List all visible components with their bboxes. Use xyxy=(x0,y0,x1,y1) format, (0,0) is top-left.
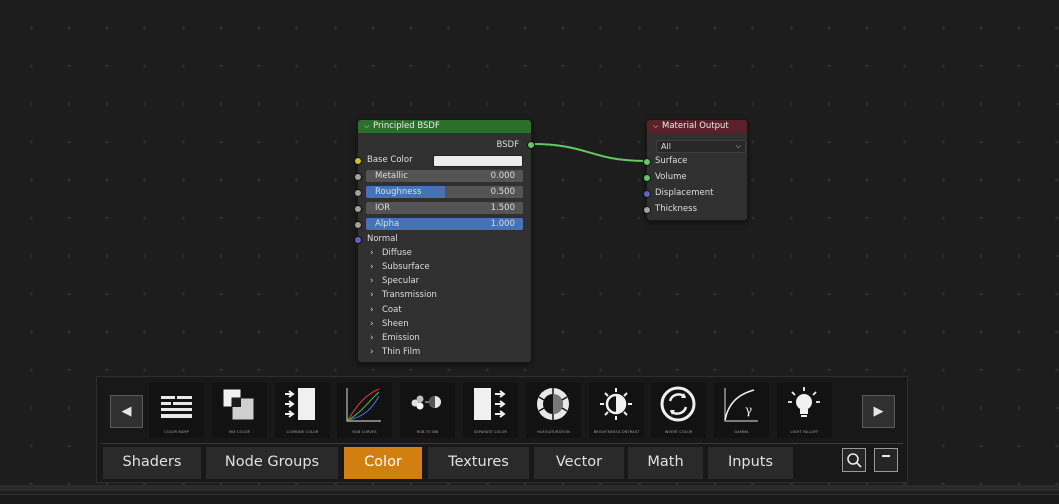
minimize-icon xyxy=(882,455,890,457)
ior-field[interactable]: IOR 1.500 xyxy=(366,202,523,214)
expand-chevron-icon: › xyxy=(370,319,374,329)
panel-subsurface[interactable]: › Subsurface xyxy=(370,260,430,274)
expand-chevron-icon: › xyxy=(370,305,374,315)
volume-socket[interactable] xyxy=(643,174,651,182)
collapse-panel-button[interactable] xyxy=(874,448,898,472)
base-color-socket[interactable] xyxy=(354,157,362,165)
alpha-socket[interactable] xyxy=(354,221,362,229)
alpha-value: 1.000 xyxy=(490,219,515,229)
alpha-field[interactable]: Alpha 1.000 xyxy=(366,218,523,230)
arrow-left-icon: ◀ xyxy=(121,404,132,419)
target-value: All xyxy=(661,142,671,151)
collapse-chevron-icon[interactable]: ⌵ xyxy=(364,120,373,133)
surface-label: Surface xyxy=(655,156,688,166)
roughness-value: 0.500 xyxy=(490,187,515,197)
target-dropdown[interactable]: All ⌵ xyxy=(656,140,746,153)
ior-socket[interactable] xyxy=(354,205,362,213)
base-color-swatch[interactable] xyxy=(433,155,523,167)
tab-textures[interactable]: Textures xyxy=(428,447,529,479)
panel-transmission[interactable]: › Transmission xyxy=(370,288,437,302)
roughness-socket[interactable] xyxy=(354,189,362,197)
surface-socket[interactable] xyxy=(643,158,651,166)
panel-specular[interactable]: › Specular xyxy=(370,274,419,288)
brightness-contrast-tile[interactable]: Brightness/Contrast xyxy=(589,383,644,438)
panel-diffuse[interactable]: › Diffuse xyxy=(370,246,412,260)
expand-chevron-icon: › xyxy=(370,290,374,300)
base-color-label: Base Color xyxy=(367,155,413,165)
light-falloff-tile[interactable]: Light Falloff xyxy=(777,383,832,438)
svg-text:γ: γ xyxy=(745,403,752,417)
panel-thin-film[interactable]: › Thin Film xyxy=(370,345,420,359)
rgb-to-bw-tile[interactable]: RGB to BW xyxy=(400,383,455,438)
displacement-label: Displacement xyxy=(655,188,714,198)
roughness-field[interactable]: Roughness 0.500 xyxy=(366,186,523,198)
expand-chevron-icon: › xyxy=(370,262,374,272)
rgb-curves-tile[interactable]: RGB Curves xyxy=(337,383,392,438)
tabs-divider xyxy=(101,443,903,444)
combine-color-tile[interactable]: Combine Color xyxy=(275,383,330,438)
thickness-label: Thickness xyxy=(655,204,698,214)
panel-emission[interactable]: › Emission xyxy=(370,331,420,345)
displacement-socket[interactable] xyxy=(643,190,651,198)
volume-label: Volume xyxy=(655,172,687,182)
prev-page-button[interactable]: ◀ xyxy=(110,395,143,428)
search-icon xyxy=(847,453,862,468)
metallic-field[interactable]: Metallic 0.000 xyxy=(366,170,523,182)
material-output-header[interactable]: ⌵ Material Output xyxy=(647,120,747,133)
mix-color-tile[interactable]: Mix Color xyxy=(212,383,267,438)
principled-bsdf-header[interactable]: ⌵ Principled BSDF xyxy=(358,120,531,133)
bsdf-to-surface-link xyxy=(530,143,647,162)
chevron-down-icon: ⌵ xyxy=(735,142,741,150)
ior-value: 1.500 xyxy=(490,203,515,213)
material-output-node[interactable]: ⌵ Material Output All ⌵ Surface Volume Di… xyxy=(643,119,748,221)
thickness-socket[interactable] xyxy=(643,206,651,214)
expand-chevron-icon: › xyxy=(370,347,374,357)
ior-label: IOR xyxy=(375,203,391,213)
next-page-button[interactable]: ▶ xyxy=(862,395,895,428)
hue-saturation-tile[interactable]: Hue/Saturation xyxy=(526,383,581,438)
tab-shaders[interactable]: Shaders xyxy=(103,447,201,479)
tab-vector[interactable]: Vector xyxy=(534,447,624,479)
gamma-tile[interactable]: γ Gamma xyxy=(714,383,769,438)
bsdf-output-label: BSDF xyxy=(496,140,519,150)
invert-color-tile[interactable]: Invert Color xyxy=(651,383,706,438)
metallic-value: 0.000 xyxy=(490,171,515,181)
metallic-label: Metallic xyxy=(375,171,408,181)
panel-coat[interactable]: › Coat xyxy=(370,303,402,317)
metallic-socket[interactable] xyxy=(354,173,362,181)
bsdf-output-socket[interactable] xyxy=(527,141,535,149)
node-title: Material Output xyxy=(662,121,729,131)
tab-color[interactable]: Color xyxy=(344,447,422,479)
panel-sheen[interactable]: › Sheen xyxy=(370,317,409,331)
color-ramp-tile[interactable]: Color Ramp xyxy=(149,383,204,438)
expand-chevron-icon: › xyxy=(370,333,374,343)
expand-chevron-icon: › xyxy=(370,248,374,258)
tab-node-groups[interactable]: Node Groups xyxy=(206,447,338,479)
node-palette-toolbar: ◀ Color Ramp Mix Color Combine Color xyxy=(96,376,908,483)
arrow-right-icon: ▶ xyxy=(873,404,884,419)
node-title: Principled BSDF xyxy=(373,121,440,131)
status-divider xyxy=(0,485,1059,491)
expand-chevron-icon: › xyxy=(370,276,374,286)
tab-inputs[interactable]: Inputs xyxy=(708,447,793,479)
principled-bsdf-node[interactable]: ⌵ Principled BSDF BSDF Base Color Metalli… xyxy=(354,119,535,363)
normal-socket[interactable] xyxy=(354,236,362,244)
separate-color-tile[interactable]: Separate Color xyxy=(463,383,518,438)
normal-label: Normal xyxy=(367,234,398,244)
collapse-chevron-icon[interactable]: ⌵ xyxy=(653,120,662,133)
search-button[interactable] xyxy=(842,448,866,472)
roughness-label: Roughness xyxy=(375,187,422,197)
alpha-label: Alpha xyxy=(375,219,400,229)
tab-math[interactable]: Math xyxy=(628,447,703,479)
